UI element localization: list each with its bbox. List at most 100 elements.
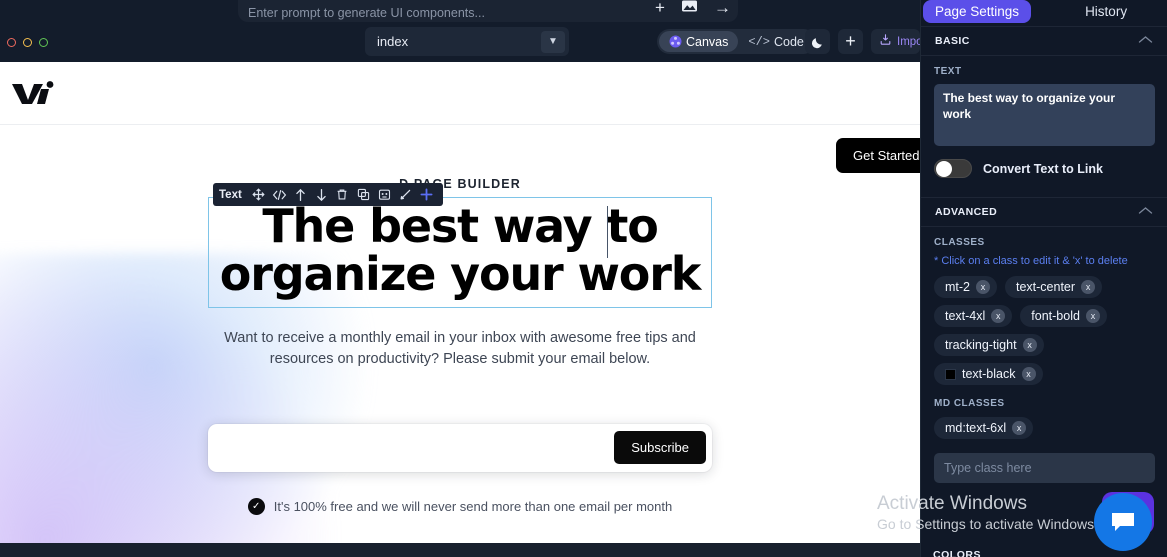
trash-icon[interactable] (332, 183, 353, 206)
element-toolbar: Text (213, 183, 443, 206)
class-chip[interactable]: font-bold x (1020, 305, 1107, 327)
class-chip[interactable]: text-black x (934, 363, 1043, 385)
convert-text-toggle[interactable] (934, 159, 972, 178)
classes-label: CLASSES (934, 237, 985, 248)
class-chip-label: tracking-tight (945, 338, 1017, 352)
ai-robot-icon[interactable] (374, 183, 395, 206)
md-class-chip-list: md:text-6xl x (934, 417, 1154, 439)
duplicate-icon[interactable] (353, 183, 374, 206)
prompt-strip: Enter prompt to generate UI components..… (0, 0, 920, 22)
settings-panel: Page Settings History BASIC TEXT The bes… (920, 0, 1167, 557)
close-icon[interactable]: x (1021, 367, 1036, 381)
hero-headline: The best way to organize your work (219, 199, 702, 302)
text-field-label: TEXT (934, 66, 962, 77)
class-chip-label: mt-2 (945, 280, 970, 294)
class-chip[interactable]: mt-2 x (934, 276, 997, 298)
import-button[interactable]: Import (871, 29, 920, 54)
section-body-advanced: CLASSES * Click on a class to edit it & … (921, 227, 1167, 491)
element-tag-label: Text (219, 188, 242, 201)
color-swatch-icon (945, 368, 956, 380)
tab-code-label: Code (774, 34, 804, 49)
plus-icon[interactable] (416, 183, 437, 206)
selected-text-element[interactable]: The best way to organize your work (208, 197, 712, 308)
guarantee-text: It's 100% free and we will never send mo… (273, 498, 673, 514)
vi-logo-mark (10, 80, 56, 106)
chevron-down-icon[interactable]: ▼ (541, 30, 565, 53)
email-field[interactable]: Subscribe (208, 423, 712, 472)
class-input-placeholder: Type class here (944, 461, 1032, 475)
prompt-actions: + → (655, 0, 731, 18)
view-mode-group: Canvas </> Code (657, 29, 816, 54)
guarantee-row: ✓ It's 100% free and we will never send … (0, 497, 920, 515)
section-header-advanced[interactable]: ADVANCED (921, 197, 1167, 227)
palette-icon (669, 35, 682, 48)
window-controls (0, 37, 48, 47)
moon-icon[interactable] (805, 29, 830, 54)
class-chip-label: md:text-6xl (945, 421, 1007, 435)
close-icon[interactable]: x (1081, 280, 1096, 294)
page-select-value: index (377, 34, 409, 49)
tab-code[interactable]: </> Code (738, 31, 814, 52)
class-input[interactable]: Type class here (934, 453, 1155, 483)
arrow-up-icon[interactable] (290, 183, 311, 206)
image-icon[interactable] (681, 0, 698, 16)
chevron-up-icon[interactable] (1138, 206, 1153, 218)
pencil-icon[interactable] (395, 183, 416, 206)
plus-icon[interactable]: + (838, 29, 863, 54)
canvas-bottom-bar (0, 543, 920, 557)
maximize-icon[interactable] (39, 37, 48, 47)
section-title-basic: BASIC (935, 35, 970, 47)
move-icon[interactable] (248, 183, 269, 206)
convert-text-toggle-label: Convert Text to Link (983, 161, 1103, 176)
tab-history[interactable]: History (1073, 0, 1139, 23)
close-icon[interactable]: x (1022, 338, 1037, 352)
section-title-advanced: ADVANCED (935, 206, 998, 218)
chevron-up-icon[interactable] (1138, 35, 1153, 47)
text-value-textarea[interactable]: The best way to organize your work (934, 84, 1155, 146)
close-icon[interactable]: x (991, 309, 1006, 323)
subscribe-form: Subscribe (0, 423, 920, 472)
minimize-icon[interactable] (23, 37, 32, 47)
close-icon[interactable]: x (1085, 309, 1100, 323)
close-icon[interactable] (7, 37, 16, 47)
close-icon[interactable]: x (976, 280, 990, 294)
chat-bubble-icon (1109, 510, 1137, 534)
panel-tabs: Page Settings History (921, 0, 1167, 26)
section-header-basic[interactable]: BASIC (921, 26, 1167, 56)
preview-site-header (0, 62, 920, 125)
class-chip-list: mt-2 x text-center x text-4xl x font-bol… (934, 276, 1154, 385)
tab-canvas-label: Canvas (686, 34, 729, 49)
class-chip-label: text-black (962, 367, 1016, 381)
text-caret (607, 206, 609, 258)
check-circle-icon: ✓ (247, 497, 265, 515)
code-icon: </> (748, 34, 770, 49)
app-root: Enter prompt to generate UI components..… (0, 0, 1167, 557)
arrow-down-icon[interactable] (311, 183, 332, 206)
subscribe-button[interactable]: Subscribe (614, 431, 706, 465)
class-chip-label: text-center (1016, 280, 1076, 294)
plus-icon[interactable]: + (655, 0, 665, 16)
canvas-preview: Get Started D PAGE BUILDER The best way … (0, 62, 920, 543)
tab-canvas[interactable]: Canvas (659, 31, 739, 52)
code-icon[interactable] (269, 183, 290, 206)
section-body-basic: TEXT The best way to organize your work … (921, 56, 1167, 197)
toggle-knob (936, 161, 952, 177)
class-chip-label: font-bold (1031, 309, 1080, 323)
close-icon[interactable]: x (1012, 421, 1027, 435)
prompt-placeholder: Enter prompt to generate UI components..… (248, 6, 485, 20)
tab-page-settings[interactable]: Page Settings (923, 0, 1032, 23)
class-chip[interactable]: md:text-6xl x (934, 417, 1034, 439)
import-label: Import (897, 35, 920, 48)
page-select[interactable]: index ▼ (365, 27, 569, 56)
class-chip-label: text-4xl (945, 309, 986, 323)
convert-text-to-link-row: Convert Text to Link (934, 159, 1154, 178)
download-icon (879, 33, 892, 51)
arrow-right-icon[interactable]: → (714, 0, 731, 16)
class-chip[interactable]: text-4xl x (934, 305, 1013, 327)
class-chip[interactable]: tracking-tight x (934, 334, 1044, 356)
hero-subtext: Want to receive a monthly email in your … (224, 329, 696, 367)
hero-eyebrow: D PAGE BUILDER (399, 177, 521, 191)
class-chip[interactable]: text-center x (1005, 276, 1103, 298)
chat-bubble-button[interactable] (1094, 493, 1152, 551)
md-classes-label: MD CLASSES (934, 398, 1005, 409)
